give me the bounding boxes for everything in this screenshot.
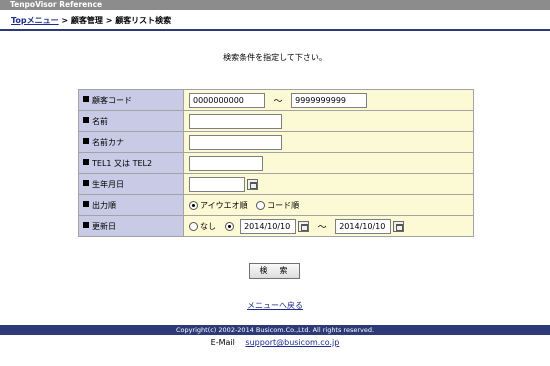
search-form-table: 顧客コード ～ 名前 名前カナ TEL1 又は TEL2 生年月日 出力順 アイ… — [78, 89, 474, 237]
row-name: 名前 — [78, 110, 474, 132]
instruction-text: 検索条件を指定して下さい。 — [223, 53, 327, 62]
customer-code-to-input[interactable] — [291, 92, 368, 108]
updated-to-picker — [335, 218, 405, 234]
bullet-square-icon — [83, 222, 89, 228]
birthdate-picker — [189, 176, 258, 192]
row-birthdate: 生年月日 — [78, 173, 474, 195]
name-label: 名前 — [92, 116, 108, 126]
bullet-square-icon — [83, 96, 89, 102]
updated-none-label[interactable]: なし — [200, 221, 216, 232]
order-kana-label[interactable]: アイウエオ順 — [200, 200, 248, 211]
name-kana-label: 名前カナ — [92, 137, 124, 147]
order-label: 出力順 — [92, 200, 116, 210]
tel-label: TEL1 又は TEL2 — [92, 158, 153, 168]
order-kana-radio[interactable] — [189, 200, 198, 210]
birthdate-input[interactable] — [189, 176, 245, 192]
row-order: 出力順 アイウエオ順 コード順 — [78, 194, 474, 216]
name-input[interactable] — [189, 113, 282, 129]
breadcrumb-divider — [0, 29, 550, 31]
calendar-icon[interactable] — [247, 178, 258, 190]
range-tilde: ～ — [273, 96, 283, 107]
breadcrumb: Topメニュー > 顧客管理 > 顧客リスト検索 — [11, 15, 171, 26]
order-code-radio[interactable] — [256, 200, 266, 210]
customer-code-label: 顧客コード — [92, 95, 132, 105]
bullet-square-icon — [83, 117, 89, 123]
breadcrumb-separator: > — [58, 16, 71, 25]
breadcrumb-home-link[interactable]: Topメニュー — [11, 16, 59, 25]
updated-from-input[interactable] — [240, 218, 297, 234]
contact-line: E-Mail support@busicom.co.jp — [0, 338, 550, 347]
name-kana-input[interactable] — [189, 134, 282, 150]
updated-label: 更新日 — [92, 221, 116, 231]
updated-range-radio[interactable] — [224, 221, 234, 231]
back-to-menu: メニューへ戻る — [0, 300, 550, 311]
app-title-bar: TenpoVisor Reference — [0, 0, 550, 10]
row-tel: TEL1 又は TEL2 — [78, 152, 474, 174]
copyright-text: Copyright(c) 2002-2014 Busicom.Co.,Ltd. … — [175, 326, 375, 334]
updated-from-picker — [240, 218, 310, 234]
birthdate-label: 生年月日 — [92, 179, 124, 189]
back-to-menu-link[interactable]: メニューへ戻る — [247, 301, 303, 310]
row-name-kana: 名前カナ — [78, 131, 474, 153]
breadcrumb-current: 顧客リスト検索 — [115, 16, 172, 25]
footer-bar: Copyright(c) 2002-2014 Busicom.Co.,Ltd. … — [0, 325, 550, 335]
updated-none-radio[interactable] — [189, 221, 198, 231]
email-link[interactable]: support@busicom.co.jp — [245, 338, 339, 347]
customer-code-from-input[interactable] — [189, 92, 265, 108]
bullet-square-icon — [83, 180, 89, 186]
tel-input[interactable] — [189, 155, 263, 171]
row-updated: 更新日 なし ～ — [78, 215, 474, 237]
search-button[interactable]: 検 索 — [249, 263, 300, 279]
bullet-square-icon — [83, 201, 89, 207]
calendar-icon[interactable] — [393, 220, 405, 232]
range-tilde: ～ — [317, 222, 327, 233]
row-customer-code: 顧客コード ～ — [78, 89, 474, 111]
breadcrumb-section: 顧客管理 — [70, 16, 103, 25]
bullet-square-icon — [83, 159, 89, 165]
calendar-icon[interactable] — [298, 220, 310, 232]
breadcrumb-separator: > — [102, 16, 116, 25]
bullet-square-icon — [83, 138, 89, 144]
app-title: TenpoVisor Reference — [10, 0, 103, 9]
updated-to-input[interactable] — [335, 218, 392, 234]
email-label: E-Mail — [210, 338, 235, 347]
order-code-label[interactable]: コード順 — [267, 200, 299, 211]
